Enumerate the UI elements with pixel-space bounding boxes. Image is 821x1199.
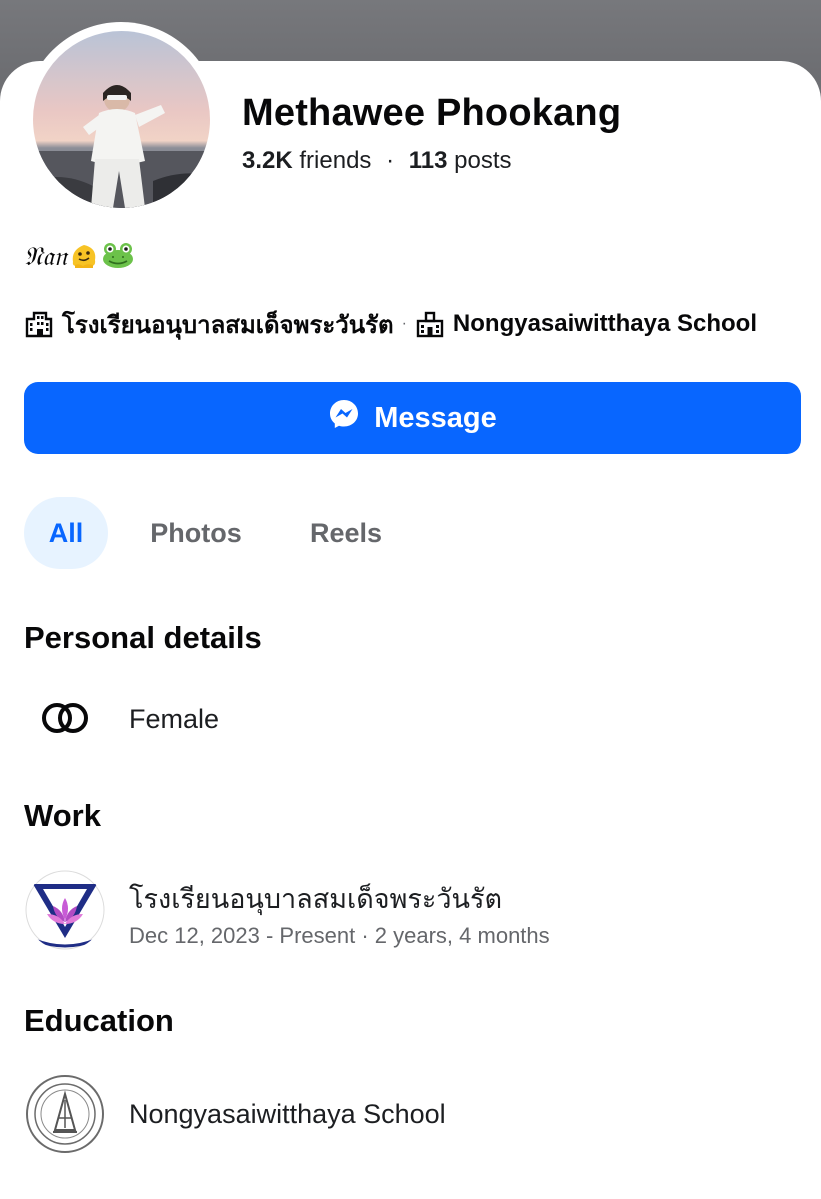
work-employer-name[interactable]: โรงเรียนอนุบาลสมเด็จพระวันรัต [129, 877, 502, 920]
avatar-photo [33, 31, 210, 208]
frog-emoji [101, 240, 135, 275]
work-heading: Work [24, 798, 101, 833]
avatar[interactable] [33, 31, 210, 208]
profile-bio: 𝔑𝔞𝔫 [24, 240, 135, 275]
profile-name: Methawee Phookang [242, 92, 622, 134]
employer-logo[interactable] [25, 870, 105, 950]
intro-work-education-line: โรงเรียนอนุบาลสมเด็จพระวันรัต · Nongyasa… [24, 306, 757, 342]
intro-employer[interactable]: โรงเรียนอนุบาลสมเด็จพระวันรัต [62, 305, 394, 344]
building-icon [24, 309, 54, 339]
education-heading: Education [24, 1003, 174, 1038]
posts-label: posts [454, 147, 512, 174]
friends-count[interactable]: 3.2K [242, 147, 293, 174]
work-period: Dec 12, 2023 - Present · 2 years, 4 mont… [129, 923, 550, 948]
message-button-label: Message [374, 401, 497, 434]
messenger-icon [328, 398, 360, 438]
tab-photos[interactable]: Photos [130, 497, 262, 569]
interlocking-rings-icon [40, 700, 90, 741]
personal-details-heading: Personal details [24, 620, 262, 655]
melting-face-emoji [69, 240, 99, 275]
tab-all[interactable]: All [24, 497, 108, 569]
gender-value: Female [129, 704, 220, 734]
message-button[interactable]: Message [24, 382, 801, 454]
stats-separator: · [386, 147, 395, 174]
posts-count: 113 [408, 147, 448, 174]
intro-school[interactable]: Nongyasaiwitthaya School [453, 310, 757, 338]
profile-stats: 3.2K friends · 113 posts [242, 147, 512, 175]
school-logo[interactable] [25, 1074, 105, 1154]
friends-label[interactable]: friends [299, 147, 371, 174]
education-school-name[interactable]: Nongyasaiwitthaya School [129, 1099, 446, 1130]
bio-text: 𝔑𝔞𝔫 [24, 242, 67, 272]
school-building-icon [415, 309, 445, 339]
tab-reels[interactable]: Reels [290, 497, 402, 569]
intro-separator: · [401, 315, 407, 332]
